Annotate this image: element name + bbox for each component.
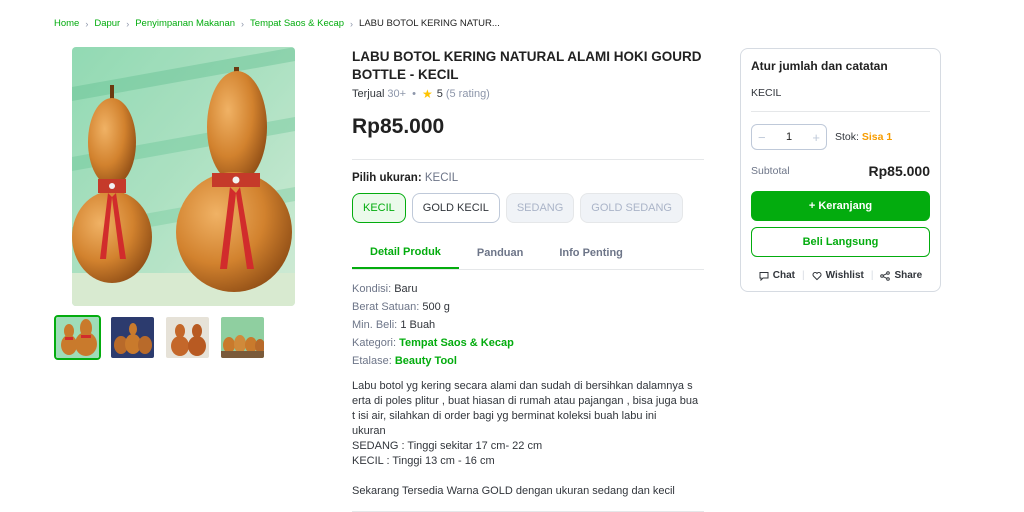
variant-chip-gold-kecil[interactable]: GOLD KECIL	[411, 193, 500, 223]
product-meta: Terjual 30+ • ★ 5 (5 rating)	[352, 87, 704, 101]
star-icon: ★	[421, 87, 433, 101]
thumbnail-3[interactable]	[164, 315, 211, 360]
heart-icon	[812, 271, 822, 280]
product-description: Labu botol yg kering secara alami dan su…	[352, 380, 699, 497]
tab-info-penting[interactable]: Info Penting	[541, 237, 641, 269]
product-price: Rp85.000	[352, 115, 445, 138]
card-title: Atur jumlah dan catatan	[751, 59, 888, 73]
separator-dot: •	[412, 88, 416, 100]
divider: |	[870, 270, 874, 281]
purchase-card: Atur jumlah dan catatan KECIL − 1 + Stok…	[740, 48, 941, 292]
chevron-right-icon: ›	[85, 18, 89, 29]
product-main-image[interactable]	[72, 47, 295, 306]
chevron-right-icon: ›	[126, 18, 130, 29]
product-specs: Kondisi: Baru Berat Satuan: 500 g Min. B…	[352, 280, 704, 370]
chat-label: Chat	[772, 270, 795, 281]
add-to-cart-button[interactable]: + Keranjang	[751, 191, 930, 221]
minus-button[interactable]: −	[758, 130, 766, 145]
breadcrumb-current: LABU BOTOL KERING NATUR...	[359, 18, 500, 29]
stock-label: Stok:	[835, 131, 859, 143]
spec-kondisi: Kondisi: Baru	[352, 280, 704, 298]
share-label: Share	[894, 270, 923, 281]
spec-berat: Berat Satuan: 500 g	[352, 298, 704, 316]
spec-label: Kategori:	[352, 337, 397, 349]
breadcrumb-home[interactable]: Home	[54, 18, 79, 29]
thumbnail-strip	[54, 315, 266, 360]
variant-chip-sedang: SEDANG	[505, 193, 575, 223]
breadcrumb-category[interactable]: Tempat Saos & Kecap	[250, 18, 344, 29]
stock-info: Stok: Sisa 1	[835, 131, 892, 143]
card-selected-variant: KECIL	[751, 87, 930, 112]
thumbnail-2[interactable]	[109, 315, 156, 360]
chevron-right-icon: ›	[241, 18, 245, 29]
rating-value: 5	[436, 88, 443, 100]
buy-now-button[interactable]: Beli Langsung	[751, 227, 930, 257]
variant-chip-gold-sedang: GOLD SEDANG	[580, 193, 683, 223]
variant-chip-kecil[interactable]: KECIL	[352, 193, 406, 223]
spec-value: 500 g	[422, 301, 450, 313]
variant-label-text: Pilih ukuran:	[352, 172, 422, 184]
stock-value: Sisa 1	[861, 131, 893, 143]
variant-options: KECIL GOLD KECIL SEDANG GOLD SEDANG	[352, 193, 704, 223]
product-info: LABU BOTOL KERING NATURAL ALAMI HOKI GOU…	[352, 48, 704, 512]
share-button[interactable]: Share	[880, 270, 922, 281]
spec-min-beli: Min. Beli: 1 Buah	[352, 316, 704, 334]
quantity-stepper: − 1 +	[751, 124, 827, 150]
detail-tabs: Detail Produk Panduan Info Penting	[352, 237, 704, 270]
rating-count[interactable]: (5 rating)	[446, 88, 490, 100]
quantity-value[interactable]: 1	[786, 131, 792, 143]
breadcrumb-penyimpanan[interactable]: Penyimpanan Makanan	[135, 18, 235, 29]
spec-kategori: Kategori: Tempat Saos & Kecap	[352, 334, 704, 352]
tab-detail-produk[interactable]: Detail Produk	[352, 237, 459, 269]
subtotal-row: Subtotal Rp85.000	[751, 163, 930, 179]
variant-selected-value: KECIL	[424, 172, 459, 184]
category-link[interactable]: Tempat Saos & Kecap	[399, 337, 514, 349]
spec-label: Kondisi:	[352, 283, 392, 295]
subtotal-label: Subtotal	[751, 165, 790, 177]
card-actions: Chat | Wishlist | Share	[751, 270, 930, 281]
thumbnail-4[interactable]	[219, 315, 266, 360]
spec-value: 1 Buah	[400, 319, 436, 331]
sold-label: Terjual	[352, 88, 385, 100]
divider: |	[801, 270, 805, 281]
divider	[352, 159, 704, 160]
breadcrumb-dapur[interactable]: Dapur	[94, 18, 120, 29]
thumbnail-1[interactable]	[54, 315, 101, 360]
chat-button[interactable]: Chat	[759, 270, 795, 281]
quantity-row: − 1 + Stok: Sisa 1	[751, 124, 930, 150]
product-title: LABU BOTOL KERING NATURAL ALAMI HOKI GOU…	[352, 49, 702, 82]
plus-button[interactable]: +	[812, 130, 820, 145]
breadcrumb: Home › Dapur › Penyimpanan Makanan › Tem…	[54, 18, 500, 29]
etalase-link[interactable]: Beauty Tool	[395, 355, 457, 367]
share-icon	[880, 270, 891, 281]
wishlist-button[interactable]: Wishlist	[812, 270, 864, 281]
spec-label: Etalase:	[352, 355, 392, 367]
wishlist-label: Wishlist	[825, 270, 864, 281]
spec-value: Baru	[394, 283, 418, 295]
spec-etalase: Etalase: Beauty Tool	[352, 352, 704, 370]
subtotal-value: Rp85.000	[868, 163, 930, 179]
spec-label: Berat Satuan:	[352, 301, 420, 313]
sold-count: 30+	[387, 88, 407, 100]
spec-label: Min. Beli:	[352, 319, 398, 331]
tab-panduan[interactable]: Panduan	[459, 237, 541, 269]
chat-icon	[759, 271, 769, 281]
chevron-right-icon: ›	[350, 18, 354, 29]
variant-label: Pilih ukuran: KECIL	[352, 172, 704, 184]
